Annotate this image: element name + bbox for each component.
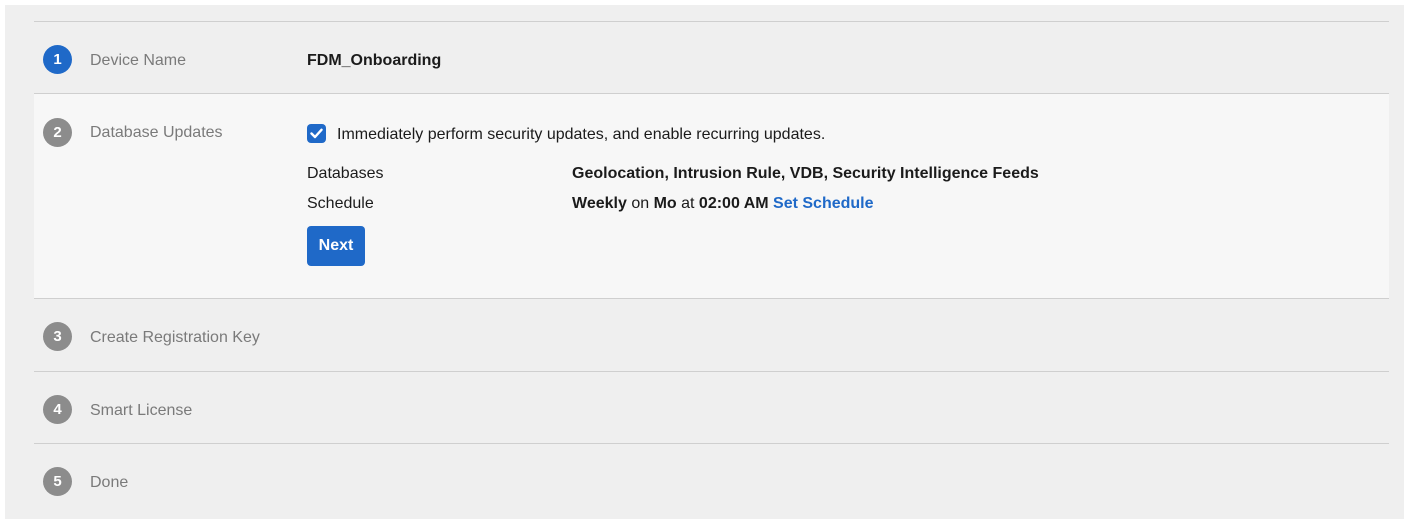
step-number-badge: 5 — [43, 467, 72, 496]
step-device-name[interactable]: 1 Device Name FDM_Onboarding — [34, 21, 1389, 93]
step-number-badge: 2 — [43, 118, 72, 147]
step-title: Smart License — [90, 402, 193, 419]
step-number-badge: 1 — [43, 45, 72, 74]
next-button[interactable]: Next — [307, 226, 365, 266]
databases-value: Geolocation, Intrusion Rule, VDB, Securi… — [572, 165, 1039, 182]
schedule-time: 02:00 AM — [698, 195, 769, 212]
security-updates-checkbox[interactable] — [307, 124, 326, 143]
step-number-badge: 3 — [43, 322, 72, 351]
device-name-value: FDM_Onboarding — [307, 52, 442, 69]
schedule-at-word: at — [681, 195, 695, 212]
databases-label: Databases — [307, 165, 384, 182]
schedule-day: Mo — [653, 195, 677, 212]
step-title: Create Registration Key — [90, 329, 260, 346]
step-title: Device Name — [90, 52, 187, 69]
onboarding-wizard: 1 Device Name FDM_Onboarding 2 Database … — [5, 5, 1404, 519]
step-number-badge: 4 — [43, 395, 72, 424]
step-title: Done — [90, 474, 129, 491]
checkmark-icon — [310, 128, 323, 139]
step-database-updates: 2 Database Updates Immediately perform s… — [34, 93, 1389, 299]
schedule-on-word: on — [631, 195, 650, 212]
schedule-frequency: Weekly — [572, 195, 627, 212]
step-title: Database Updates — [90, 124, 223, 141]
step-smart-license[interactable]: 4 Smart License — [34, 371, 1389, 443]
step-done[interactable]: 5 Done — [34, 443, 1389, 515]
schedule-value: Weekly on Mo at 02:00 AM Set Schedule — [572, 194, 874, 214]
set-schedule-link[interactable]: Set Schedule — [773, 195, 873, 212]
schedule-label: Schedule — [307, 195, 374, 212]
security-updates-checkbox-label[interactable]: Immediately perform security updates, an… — [337, 125, 825, 145]
step-create-registration-key[interactable]: 3 Create Registration Key — [34, 299, 1389, 371]
